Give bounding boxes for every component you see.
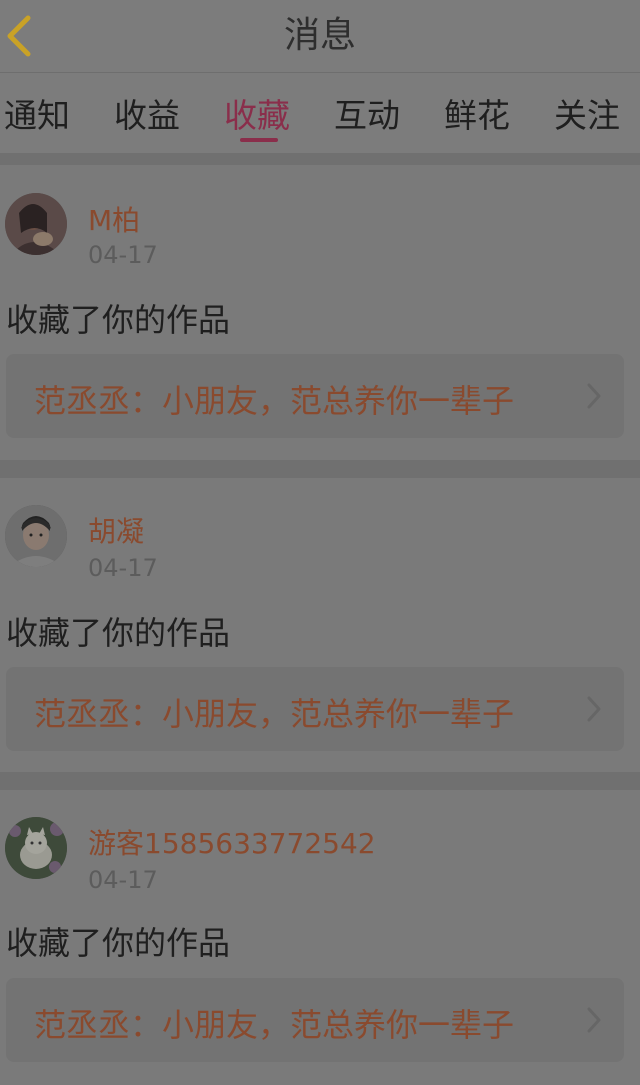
timestamp: 04-17 xyxy=(88,241,158,269)
tab-earnings[interactable]: 收益 xyxy=(114,89,180,137)
chevron-right-icon xyxy=(587,383,601,409)
tab-notifications[interactable]: 通知 xyxy=(4,89,70,137)
avatar[interactable] xyxy=(5,193,67,255)
divider xyxy=(0,460,640,478)
active-tab-indicator xyxy=(240,138,278,142)
work-title: 范丞丞：小朋友，范总养你一辈子 xyxy=(34,382,515,420)
tab-follows[interactable]: 关注 xyxy=(554,89,620,137)
action-text: 收藏了你的作品 xyxy=(6,614,231,652)
chevron-right-icon xyxy=(587,696,601,722)
chevron-right-icon xyxy=(587,1007,601,1033)
tab-bar: 通知 收益 收藏 互动 鲜花 关注 xyxy=(0,73,640,153)
header-bar: 消息 xyxy=(0,0,640,73)
work-title: 范丞丞：小朋友，范总养你一辈子 xyxy=(34,695,515,733)
avatar[interactable] xyxy=(5,817,67,879)
work-title: 范丞丞：小朋友，范总养你一辈子 xyxy=(34,1006,515,1044)
tab-flowers[interactable]: 鲜花 xyxy=(444,89,510,137)
action-text: 收藏了你的作品 xyxy=(6,301,231,339)
tab-favorites[interactable]: 收藏 xyxy=(224,89,290,137)
message-item: 胡凝 04-17 收藏了你的作品 范丞丞：小朋友，范总养你一辈子 xyxy=(0,478,640,772)
tab-interactions[interactable]: 互动 xyxy=(334,89,400,137)
work-link[interactable]: 范丞丞：小朋友，范总养你一辈子 xyxy=(6,354,624,438)
work-link[interactable]: 范丞丞：小朋友，范总养你一辈子 xyxy=(6,667,624,751)
divider xyxy=(0,153,640,165)
username[interactable]: M柏 xyxy=(88,199,140,239)
avatar[interactable] xyxy=(5,505,67,567)
username[interactable]: 胡凝 xyxy=(88,510,144,550)
action-text: 收藏了你的作品 xyxy=(6,924,231,962)
username[interactable]: 游客1585633772542 xyxy=(88,822,376,862)
message-item: M柏 04-17 收藏了你的作品 范丞丞：小朋友，范总养你一辈子 xyxy=(0,165,640,460)
timestamp: 04-17 xyxy=(88,866,158,894)
page-title: 消息 xyxy=(283,15,356,56)
message-item: 游客1585633772542 04-17 收藏了你的作品 范丞丞：小朋友，范总… xyxy=(0,790,640,1085)
work-link[interactable]: 范丞丞：小朋友，范总养你一辈子 xyxy=(6,978,624,1062)
divider xyxy=(0,772,640,790)
timestamp: 04-17 xyxy=(88,554,158,582)
